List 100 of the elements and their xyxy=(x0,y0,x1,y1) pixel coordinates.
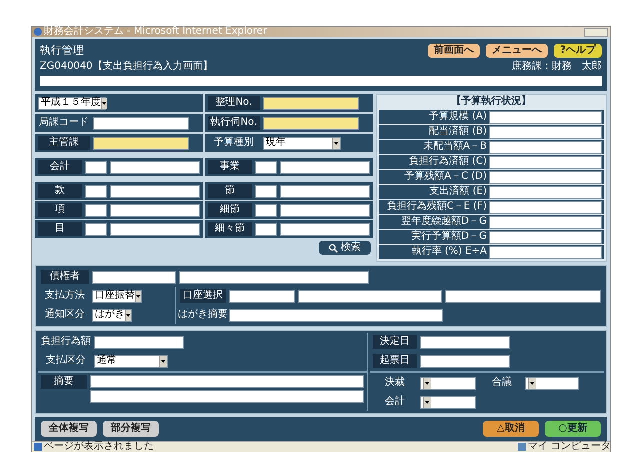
dropdown[interactable]: 通常 xyxy=(94,354,168,368)
field-label: 主管課 xyxy=(38,136,90,150)
field-label: 決定日 xyxy=(373,335,417,349)
security-zone: マイ コンピュータ xyxy=(528,442,608,452)
dropdown[interactable] xyxy=(420,376,476,390)
field-label: 整理No. xyxy=(208,96,260,110)
browser-icon xyxy=(34,28,42,36)
code-field[interactable] xyxy=(85,160,107,174)
field-label: 口座選択 xyxy=(180,289,226,303)
name-field[interactable] xyxy=(110,204,200,216)
code-field[interactable] xyxy=(85,204,107,216)
field-label: はがき摘要 xyxy=(180,308,226,322)
amount-field[interactable] xyxy=(489,216,602,228)
amount-field[interactable] xyxy=(489,110,602,124)
dropdown[interactable] xyxy=(525,376,579,390)
dropdown[interactable]: はがき xyxy=(92,308,132,322)
status-label: 予算規模 (A) xyxy=(428,112,487,122)
field-label: 細節 xyxy=(208,203,252,217)
field-label: 節 xyxy=(208,184,252,198)
field-label: 細々節 xyxy=(208,222,252,236)
field-label: 会計 xyxy=(384,395,406,409)
input-field[interactable] xyxy=(420,354,510,368)
input-field[interactable] xyxy=(229,290,295,302)
name-field[interactable] xyxy=(110,222,200,236)
help-button[interactable]: ?ヘルプ xyxy=(554,44,602,58)
field-label: 目 xyxy=(38,222,82,236)
dropdown[interactable] xyxy=(420,396,476,408)
user-name: 庶務課：財務 太郎 xyxy=(512,62,602,72)
input-field[interactable] xyxy=(298,290,442,302)
code-field[interactable] xyxy=(255,160,277,174)
field-label: 執行伺No. xyxy=(208,116,260,130)
amount-field[interactable] xyxy=(489,246,602,258)
required-field[interactable] xyxy=(263,96,359,110)
field-label: 支払区分 xyxy=(45,354,87,368)
required-field[interactable] xyxy=(263,116,359,130)
status-message: ページが表示されました xyxy=(44,442,154,452)
field-label: 項 xyxy=(38,203,82,217)
update-button[interactable]: ○更新 xyxy=(545,421,601,437)
field-label: 款 xyxy=(38,184,82,198)
amount-field[interactable] xyxy=(489,126,602,138)
field-label: 摘要 xyxy=(41,375,87,389)
dropdown[interactable]: 口座振替 xyxy=(92,290,142,302)
field-label: 予算種別 xyxy=(213,136,255,150)
dropdown[interactable]: 平成１５年度 xyxy=(38,96,106,110)
code-field[interactable] xyxy=(85,222,107,236)
field-label: 決裁 xyxy=(384,376,406,390)
name-field[interactable] xyxy=(280,222,370,236)
name-field[interactable] xyxy=(110,184,200,198)
name-field[interactable] xyxy=(110,160,200,174)
field-label: 通知区分 xyxy=(44,308,86,322)
window-title: 財務会計システム - Microsoft Internet Explorer xyxy=(44,27,268,37)
input-field[interactable] xyxy=(90,375,364,388)
code-field[interactable] xyxy=(255,204,277,216)
status-label: 実行予算額D－G xyxy=(410,232,487,242)
dropdown[interactable]: 現年 xyxy=(263,136,341,150)
copy-button[interactable]: 部分複写 xyxy=(103,421,159,437)
field-label: 局課コード xyxy=(38,116,90,130)
field-label: 起票日 xyxy=(373,354,417,368)
search-button[interactable]: 検索 xyxy=(319,241,371,255)
status-label: 支出済額 (E) xyxy=(428,187,487,197)
amount-field[interactable] xyxy=(489,140,602,154)
status-label: 負担行為済額 (C) xyxy=(408,157,487,167)
input-field[interactable] xyxy=(229,308,443,322)
amount-field[interactable] xyxy=(489,170,602,184)
cancel-button[interactable]: △取消 xyxy=(483,421,539,437)
name-field[interactable] xyxy=(280,184,370,198)
name-field[interactable] xyxy=(280,160,370,174)
input-field[interactable] xyxy=(420,336,510,348)
code-field[interactable] xyxy=(255,222,277,236)
field-label: 負担行為額 xyxy=(41,335,91,349)
amount-field[interactable] xyxy=(489,186,602,198)
status-label: 配当済額 (B) xyxy=(428,127,487,137)
input-field[interactable] xyxy=(92,270,176,284)
input-field[interactable] xyxy=(179,270,369,284)
input-field[interactable] xyxy=(90,390,364,403)
amount-field[interactable] xyxy=(489,230,602,244)
copy-button[interactable]: 全体複写 xyxy=(41,421,97,437)
amount-field[interactable] xyxy=(489,200,602,214)
field-label: 債権者 xyxy=(41,270,89,284)
required-field[interactable] xyxy=(93,136,189,150)
panel-title: 【予算執行状況】 xyxy=(450,95,532,109)
screen-id: ZG040040【支出負担行為入力画面】 xyxy=(40,62,213,72)
amount-field[interactable] xyxy=(489,156,602,168)
status-label: 翌年度繰越額D－G xyxy=(400,217,487,227)
code-field[interactable] xyxy=(85,184,107,198)
computer-icon xyxy=(518,443,526,451)
input-field[interactable] xyxy=(445,290,601,302)
code-field[interactable] xyxy=(255,184,277,198)
input-field[interactable] xyxy=(94,336,184,348)
page-icon xyxy=(34,443,42,451)
status-label: 執行率 (%) E÷A xyxy=(410,247,487,257)
name-field[interactable] xyxy=(280,204,370,216)
field-label: 事業 xyxy=(208,160,252,174)
nav-button[interactable]: 前画面へ xyxy=(428,44,480,58)
page-title: 執行管理 xyxy=(40,43,84,59)
field-label: 会計 xyxy=(38,160,82,174)
nav-button[interactable]: メニューへ xyxy=(486,44,548,58)
input-field[interactable] xyxy=(93,116,189,130)
field-label: 合議 xyxy=(491,376,513,390)
status-label: 負担行為残額C－E (F) xyxy=(386,202,487,212)
